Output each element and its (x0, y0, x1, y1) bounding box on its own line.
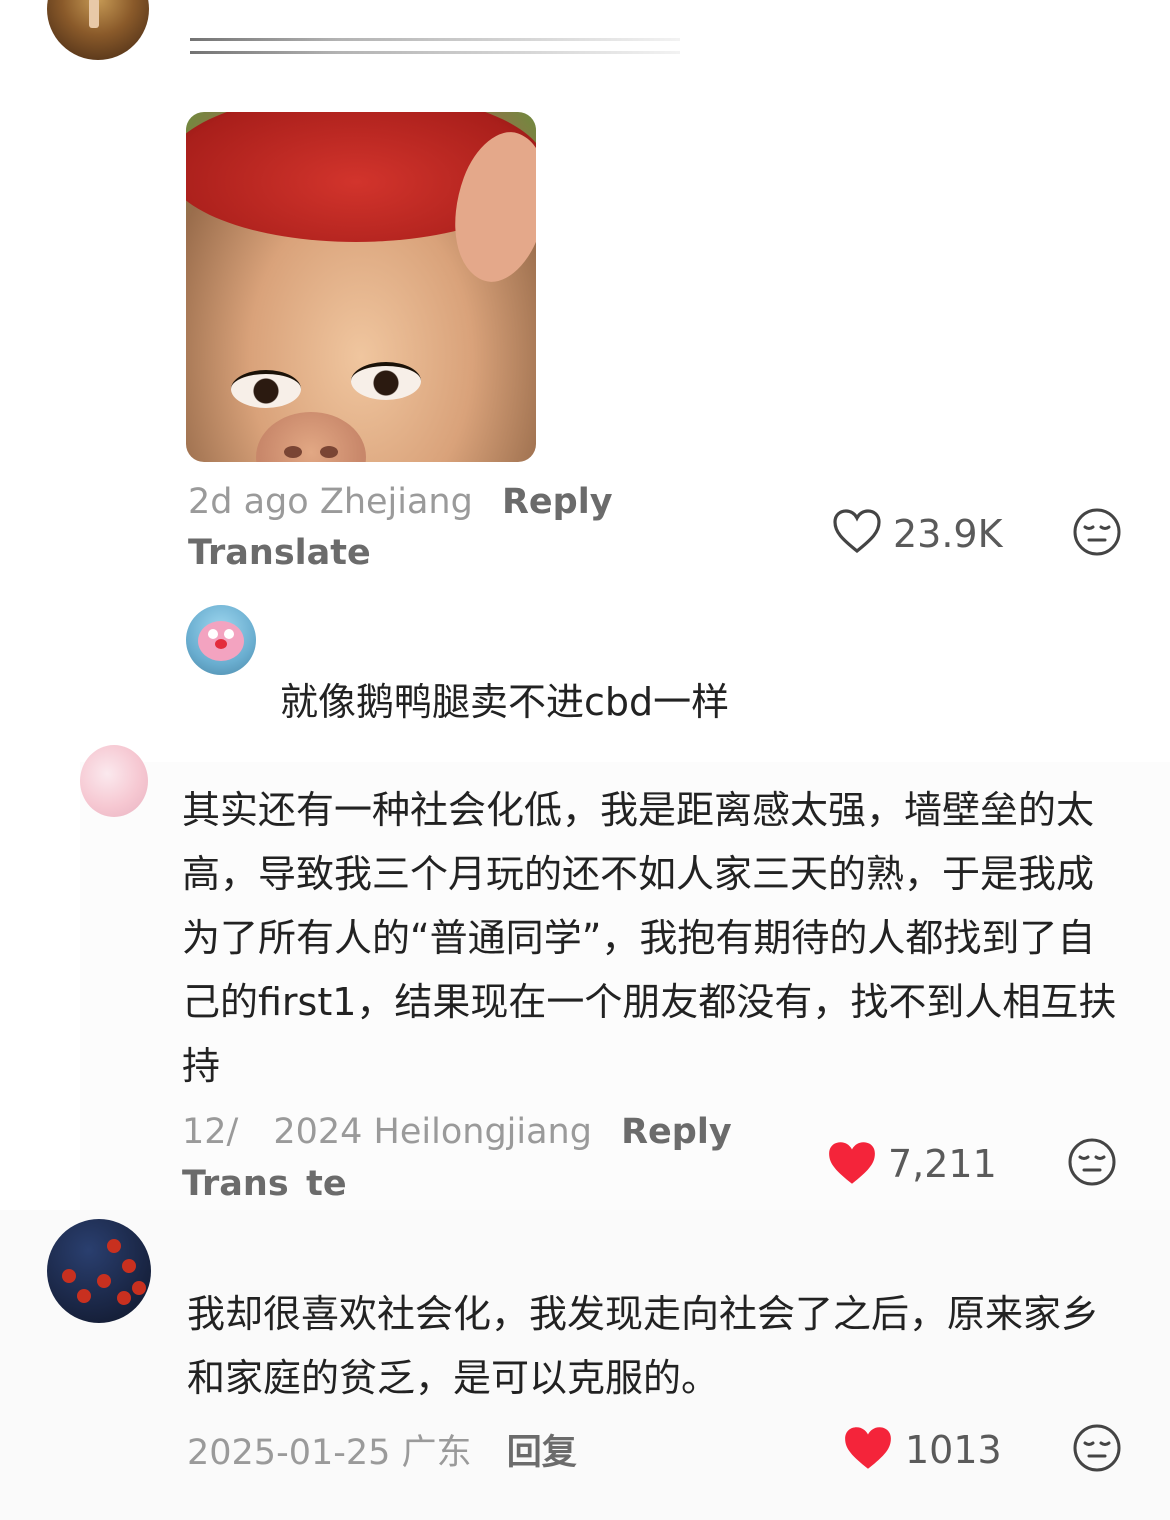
comment-date: 2025-01-25 (187, 1433, 391, 1473)
liked-heart-icon[interactable] (842, 1424, 894, 1472)
comment-date: 12/ 2024 (182, 1112, 363, 1152)
comment-location: Zhejiang (319, 482, 473, 522)
avatar[interactable] (47, 1219, 151, 1323)
avatar[interactable] (47, 0, 149, 60)
comment-text: 我却很喜欢社会化，我发现走向社会了之后，原来家乡和家庭的贫乏，是可以克服的。 (187, 1292, 1100, 1400)
dislike-face-icon[interactable] (1067, 1137, 1117, 1187)
comment-meta: 2025-01-25 广东 回复 (187, 1424, 577, 1475)
avatar[interactable] (186, 605, 256, 675)
reply-button[interactable]: 回复 (507, 1433, 577, 1473)
liked-heart-icon[interactable] (826, 1139, 878, 1187)
image-eye (351, 362, 421, 400)
comment-time: 2d ago (188, 482, 309, 522)
image-eye (231, 370, 301, 408)
dislike-face-icon[interactable] (1072, 507, 1122, 557)
comment-location: 广东 (401, 1433, 472, 1473)
redacted-username (190, 38, 680, 70)
comment-meta: 2d ago Zhejiang Reply (188, 482, 613, 522)
comment-meta: 12/ 2024 Heilongjiang Reply (182, 1112, 732, 1152)
like-count: 23.9K (893, 512, 1003, 556)
comment-text: 其实还有一种社会化低，我是距离感太强，墙壁垒的太高，导致我三个月玩的还不如人家三… (182, 788, 1117, 1088)
avatar[interactable] (80, 745, 148, 817)
comment-text: 就像鹅鸭腿卖不进cbd一样 (280, 680, 730, 724)
like-count: 7,211 (888, 1142, 997, 1186)
image-snout (256, 412, 366, 462)
translate-button[interactable]: Translate (188, 533, 371, 573)
reply-button[interactable]: Reply (621, 1112, 732, 1152)
translate-button[interactable]: Trans te (182, 1164, 347, 1204)
avatar-detail (89, 0, 99, 28)
reply-button[interactable]: Reply (502, 482, 613, 522)
like-heart-icon[interactable] (832, 508, 882, 554)
dislike-face-icon[interactable] (1072, 1423, 1122, 1473)
comment-location: Heilongjiang (373, 1112, 592, 1152)
like-count: 1013 (905, 1428, 1002, 1472)
comment-image[interactable] (186, 112, 536, 462)
